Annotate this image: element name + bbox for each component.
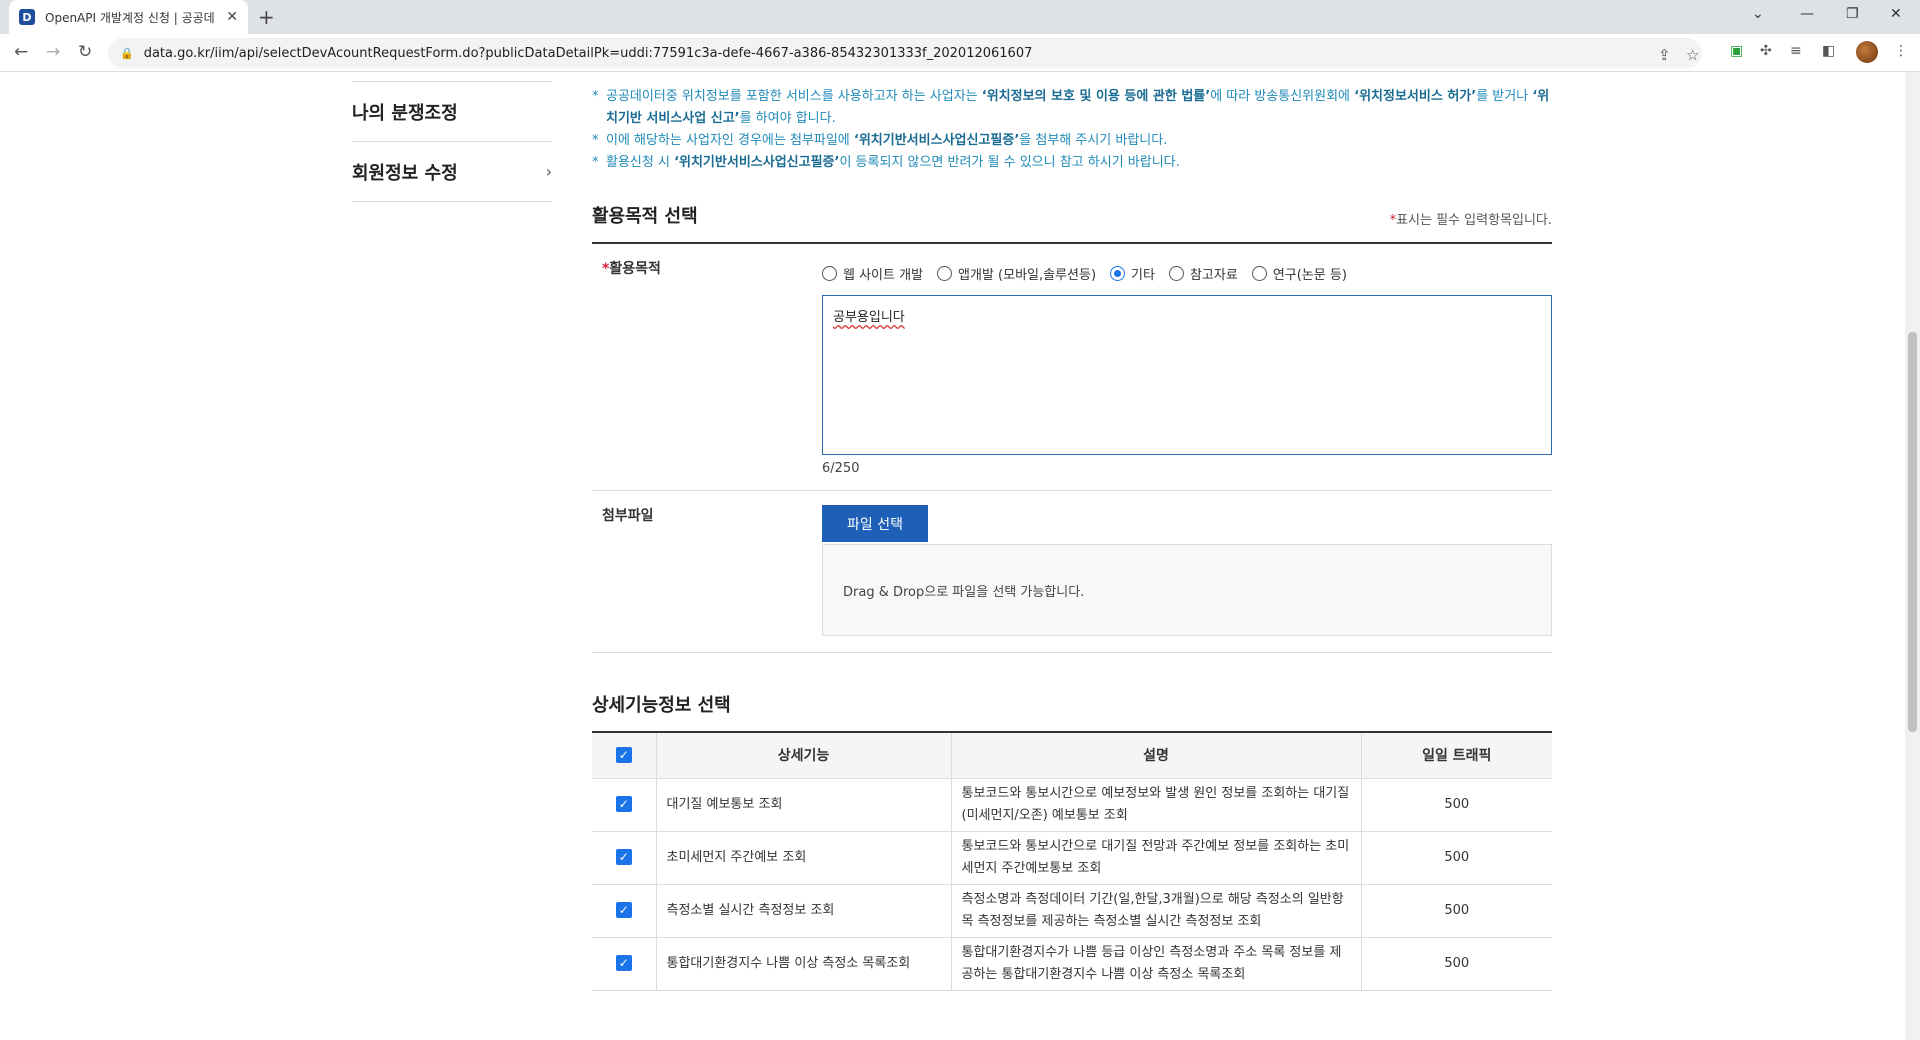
feature-name: 대기질 예보통보 조회 [655,777,952,832]
row-checkbox-cell[interactable]: ✓ [592,830,657,885]
back-icon[interactable]: ← [14,42,28,62]
attachment-row: 첨부파일 파일 선택 Drag & Drop으로 파일을 선택 가능합니다. [592,491,1552,653]
minimize-icon[interactable]: — [1800,6,1814,22]
site-favicon-icon: D [19,9,35,25]
feature-name: 초미세먼지 주간예보 조회 [655,830,952,885]
attachment-label: 첨부파일 [602,508,654,524]
main-form: 공공데이터중 위치정보를 포함한 서비스를 사용하고자 하는 사업자는 ‘위치정… [592,72,1552,991]
reading-list-icon[interactable]: ≡ [1790,43,1802,59]
extensions-puzzle-icon[interactable]: ✣ [1760,43,1772,59]
checkbox-checked-icon[interactable]: ✓ [615,902,632,918]
rejection-notice: 활용신청 시 ‘위치기반서비스사업신고필증’이 등록되지 않으면 반려가 될 수… [592,152,1552,174]
table-header-row: ✓ 상세기능 설명 일일 트래픽 [592,732,1552,779]
sidebar-item-label: 회원정보 수정 [352,162,458,184]
scrollbar-thumb[interactable] [1908,332,1917,732]
sidebar-item-dispute[interactable]: 나의 분쟁조정 [352,82,552,142]
menu-kebab-icon[interactable]: ⋮ [1894,43,1908,59]
feature-name: 통합대기환경지수 나쁨 이상 측정소 목록조회 [655,936,952,991]
sidebar-divider [352,72,552,82]
close-window-icon[interactable]: ✕ [1890,6,1902,22]
table-row: ✓ 초미세먼지 주간예보 조회 통보코드와 통보시간으로 대기질 전망과 주간예… [592,830,1552,885]
feature-traffic: 500 [1360,883,1552,938]
close-tab-icon[interactable]: ✕ [226,9,238,25]
radio-selected-icon[interactable] [1110,266,1126,281]
table-row: ✓ 통합대기환경지수 나쁨 이상 측정소 목록조회 통합대기환경지수가 나쁨 등… [592,936,1552,991]
purpose-label: *활용목적 [602,261,661,277]
char-counter: 6/250 [822,461,860,476]
feature-traffic: 500 [1360,936,1552,991]
feature-desc: 통보코드와 통보시간으로 예보정보와 발생 원인 정보를 조회하는 대기질(미세… [950,777,1362,832]
required-note: *표시는 필수 입력항목입니다. [1389,213,1552,228]
purpose-textarea[interactable]: 공부용입니다 [822,295,1552,455]
sidebar-item-member-info[interactable]: 회원정보 수정 › [352,142,552,202]
radio-circle-icon[interactable] [937,266,953,281]
file-dropzone[interactable]: Drag & Drop으로 파일을 선택 가능합니다. [822,544,1552,636]
restore-icon[interactable]: ❐ [1846,6,1859,22]
file-select-button[interactable]: 파일 선택 [822,505,928,542]
detail-table: ✓ 상세기능 설명 일일 트래픽 ✓ 대기질 예보통보 조회 통보코드와 통보시… [592,731,1552,991]
feature-name: 측정소별 실시간 측정정보 조회 [655,883,952,938]
feature-traffic: 500 [1360,777,1552,832]
feature-desc: 통보코드와 통보시간으로 대기질 전망과 주간예보 정보를 조회하는 초미세먼지… [950,830,1362,885]
browser-tab[interactable]: D OpenAPI 개발계정 신청 | 공공데 ✕ [9,0,248,34]
detail-section-title: 상세기능정보 선택 [592,695,731,716]
checkbox-checked-icon[interactable]: ✓ [615,747,632,764]
profile-avatar[interactable] [1856,41,1878,63]
purpose-section-header: 활용목적 선택 *표시는 필수 입력항목입니다. [592,202,1552,244]
tab-strip: D OpenAPI 개발계정 신청 | 공공데 ✕ + ⌄ — ❐ ✕ [0,0,1920,34]
radio-website[interactable]: 웹 사이트 개발 [822,264,923,283]
row-checkbox-cell[interactable]: ✓ [592,883,657,938]
reload-icon[interactable]: ↻ [78,42,92,62]
tab-title: OpenAPI 개발계정 신청 | 공공데 [45,10,215,25]
browser-toolbar: ← → ↻ 🔒 data.go.kr/iim/api/selectDevAcou… [0,34,1920,72]
bookmark-star-icon[interactable]: ☆ [1686,46,1699,64]
side-panel-icon[interactable]: ◧ [1822,43,1835,59]
address-bar[interactable]: 🔒 data.go.kr/iim/api/selectDevAcountRequ… [108,38,1702,68]
checkbox-checked-icon[interactable]: ✓ [615,849,632,865]
page-content: 나의 분쟁조정 회원정보 수정 › 공공데이터중 위치정보를 포함한 서비스를 … [0,72,1905,1040]
purpose-row: *활용목적 웹 사이트 개발 앱개발 (모바일,솔루션등) 기타 참고자료 연구… [592,244,1552,491]
feature-desc: 통합대기환경지수가 나쁨 등급 이상인 측정소명과 주소 목록 정보를 제공하는… [950,936,1362,991]
sidebar-item-label: 나의 분쟁조정 [352,102,458,124]
table-row: ✓ 측정소별 실시간 측정정보 조회 측정소명과 측정데이터 기간(일,한달,3… [592,883,1552,938]
page-scrollbar[interactable] [1905,72,1920,1040]
section-title: 활용목적 선택 [592,206,698,227]
lock-icon[interactable]: 🔒 [120,47,134,60]
select-all-cell[interactable]: ✓ [592,732,657,779]
radio-research[interactable]: 연구(논문 등) [1251,264,1347,283]
purpose-radio-group: 웹 사이트 개발 앱개발 (모바일,솔루션등) 기타 참고자료 연구(논문 등) [822,264,1552,283]
row-checkbox-cell[interactable]: ✓ [592,777,657,832]
radio-circle-icon[interactable] [1251,266,1267,281]
extension-icon[interactable]: ▣ [1730,43,1743,59]
chevron-right-icon: › [545,162,552,181]
forward-icon[interactable]: → [46,42,60,62]
sidebar: 나의 분쟁조정 회원정보 수정 › [352,72,552,202]
attachment-notice: 이에 해당하는 사업자인 경우에는 첨부파일에 ‘위치기반서비스사업신고필증’을… [592,130,1552,152]
col-header: 일일 트래픽 [1360,732,1552,779]
col-header: 설명 [950,732,1362,779]
radio-circle-icon[interactable] [1168,266,1184,281]
radio-app[interactable]: 앱개발 (모바일,솔루션등) [937,264,1096,283]
col-header: 상세기능 [655,732,952,779]
feature-traffic: 500 [1360,830,1552,885]
location-notice: 공공데이터중 위치정보를 포함한 서비스를 사용하고자 하는 사업자는 ‘위치정… [592,86,1552,130]
radio-etc[interactable]: 기타 [1110,264,1155,283]
share-icon[interactable]: ⇪ [1658,46,1671,64]
tab-search-icon[interactable]: ⌄ [1752,6,1764,22]
checkbox-checked-icon[interactable]: ✓ [615,796,632,812]
row-checkbox-cell[interactable]: ✓ [592,936,657,991]
url-text[interactable]: data.go.kr/iim/api/selectDevAcountReques… [144,46,1033,61]
radio-reference[interactable]: 참고자료 [1168,264,1238,283]
table-row: ✓ 대기질 예보통보 조회 통보코드와 통보시간으로 예보정보와 발생 원인 정… [592,777,1552,832]
feature-desc: 측정소명과 측정데이터 기간(일,한달,3개월)으로 해당 측정소의 일반항목 … [950,883,1362,938]
checkbox-checked-icon[interactable]: ✓ [615,955,632,971]
new-tab-icon[interactable]: + [258,5,275,29]
radio-circle-icon[interactable] [822,266,837,281]
